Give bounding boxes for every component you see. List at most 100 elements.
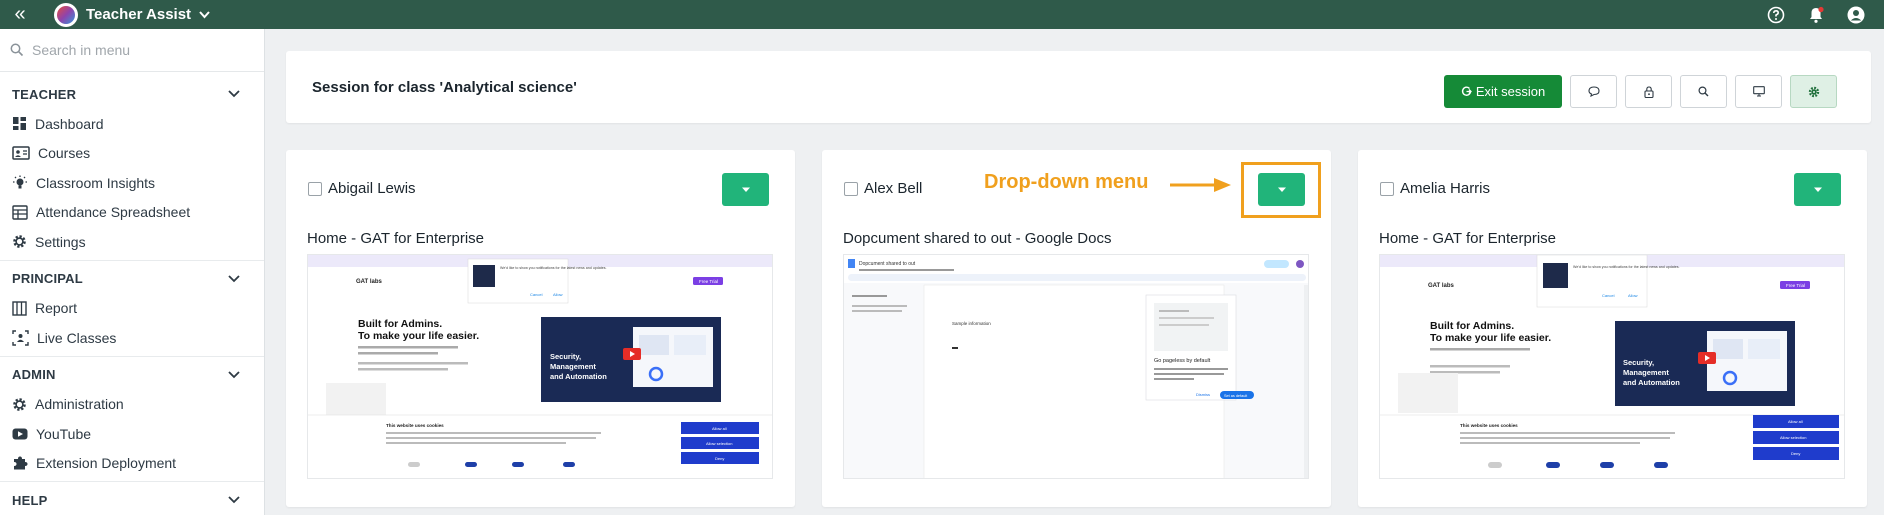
svg-text:and Automation: and Automation: [1623, 378, 1680, 387]
dashboard-icon: [13, 117, 26, 131]
student-page-title: Dopcument shared to out - Google Docs: [843, 230, 1112, 247]
courses-icon: [12, 146, 30, 160]
session-actions: Exit session: [1444, 75, 1837, 108]
screen-share-button[interactable]: [1735, 75, 1782, 108]
sidebar-item-classroom-insights[interactable]: Classroom Insights: [0, 168, 264, 198]
gat-logo-text: GAT labs: [356, 279, 383, 285]
sidebar-item-live-classes[interactable]: Live Classes: [0, 323, 264, 353]
student-select-checkbox[interactable]: [1380, 182, 1394, 196]
settings-button[interactable]: [1790, 75, 1837, 108]
gear-icon: [13, 235, 26, 249]
section-label: TEACHER: [12, 86, 77, 102]
chat-button[interactable]: [1570, 75, 1617, 108]
student-dropdown-button[interactable]: [722, 173, 769, 206]
live-classes-icon: [12, 330, 29, 346]
sidebar-item-dashboard[interactable]: Dashboard: [0, 109, 264, 139]
annotation-arrow-icon: [1170, 178, 1231, 192]
chevron-down-icon: [228, 496, 240, 504]
svg-text:Allow: Allow: [1628, 293, 1638, 298]
svg-text:and Automation: and Automation: [550, 372, 607, 381]
sidebar-item-extension-deployment[interactable]: Extension Deployment: [0, 449, 264, 479]
svg-text:Security,: Security,: [1623, 358, 1654, 367]
doc-name-text: Dopcument shared to out: [859, 261, 916, 267]
exit-session-button[interactable]: Exit session: [1444, 75, 1562, 108]
student-name: Amelia Harris: [1400, 180, 1491, 197]
section-label: PRINCIPAL: [12, 271, 83, 286]
sidebar-item-administration[interactable]: Administration: [0, 390, 264, 420]
svg-text:We'd like to show you notifica: We'd like to show you notifications for …: [1573, 265, 1680, 269]
svg-text:This website uses cookies: This website uses cookies: [1460, 423, 1518, 428]
sidebar-item-courses[interactable]: Courses: [0, 139, 264, 169]
caret-down-icon: [741, 187, 750, 192]
sidebar-item-label: Classroom Insights: [36, 174, 156, 191]
svg-text:Allow selection: Allow selection: [1780, 435, 1806, 440]
exit-icon: [1461, 86, 1472, 96]
student-page-title: Home - GAT for Enterprise: [1379, 230, 1556, 247]
svg-text:Allow selection: Allow selection: [706, 441, 732, 446]
student-select-checkbox[interactable]: [844, 182, 858, 196]
chat-icon: [1587, 86, 1600, 97]
caret-down-icon: [1813, 187, 1822, 192]
bell-icon[interactable]: [1806, 5, 1826, 25]
section-help[interactable]: HELP: [0, 485, 264, 515]
svg-text:Management: Management: [1623, 368, 1669, 377]
monitor-icon: [1752, 86, 1765, 97]
lock-button[interactable]: [1625, 75, 1672, 108]
collapse-sidebar-icon[interactable]: «: [0, 0, 40, 29]
lightbulb-icon: [13, 175, 27, 189]
help-icon[interactable]: [1766, 5, 1786, 25]
svg-text:Allow all: Allow all: [1788, 419, 1803, 424]
sidebar-item-settings[interactable]: Settings: [0, 227, 264, 257]
section-label: HELP: [12, 492, 48, 508]
menu-search-input[interactable]: [32, 42, 252, 58]
section-teacher[interactable]: TEACHER: [0, 79, 264, 109]
student-name: Abigail Lewis: [328, 180, 416, 197]
section-principal[interactable]: PRINCIPAL: [0, 264, 264, 294]
svg-text:Built for Admins.: Built for Admins.: [358, 318, 442, 330]
svg-text:Built for Admins.: Built for Admins.: [1430, 320, 1514, 332]
student-screen-thumbnail[interactable]: GAT labs Free Trial We'd like to show yo…: [307, 254, 773, 479]
user-account-icon[interactable]: [1846, 5, 1866, 25]
svg-text:Set as default: Set as default: [1224, 394, 1248, 398]
lock-icon: [1643, 85, 1654, 98]
sidebar-item-label: Attendance Spreadsheet: [36, 204, 191, 221]
svg-text:Management: Management: [550, 362, 596, 371]
spreadsheet-icon: [12, 205, 28, 220]
top-bar: « Teacher Assist: [0, 0, 1884, 29]
sidebar-item-report[interactable]: Report: [0, 294, 264, 324]
sidebar-item-label: Dashboard: [35, 115, 104, 132]
section-divider: [0, 481, 264, 482]
svg-text:Dismiss: Dismiss: [1196, 392, 1210, 397]
chevron-down-icon: [228, 370, 240, 378]
dropdown-highlight-box: [1241, 162, 1321, 218]
student-screen-thumbnail[interactable]: GAT labs Free Trial We'd like to show yo…: [1379, 254, 1845, 479]
exit-session-label: Exit session: [1475, 84, 1546, 99]
app-switcher[interactable]: Teacher Assist: [54, 2, 210, 27]
puzzle-icon: [14, 456, 28, 470]
section-admin[interactable]: ADMIN: [0, 360, 264, 390]
svg-text:Deny: Deny: [1791, 451, 1800, 456]
svg-text:Free Trial: Free Trial: [699, 279, 718, 284]
section-divider: [0, 259, 264, 261]
svg-text:Sample information: Sample information: [952, 321, 991, 326]
chevron-down-icon: [228, 90, 240, 98]
sidebar-item-label: Administration: [35, 396, 124, 413]
search-button[interactable]: [1680, 75, 1727, 108]
svg-text:Allow: Allow: [553, 292, 563, 297]
sidebar-item-youtube[interactable]: YouTube: [0, 419, 264, 449]
svg-text:Go pageless by default: Go pageless by default: [1154, 358, 1211, 364]
svg-text:Cancel: Cancel: [1602, 293, 1615, 298]
search-icon: [1698, 86, 1709, 97]
sidebar-item-label: Report: [35, 300, 78, 317]
sidebar-item-label: YouTube: [36, 425, 92, 442]
svg-text:Security,: Security,: [550, 352, 581, 361]
student-dropdown-button[interactable]: [1794, 173, 1841, 206]
session-header: Session for class 'Analytical science' E…: [286, 51, 1871, 123]
dropdown-annotation-label: Drop-down menu: [984, 171, 1149, 193]
app-logo-icon: [54, 2, 78, 27]
student-screen-thumbnail[interactable]: Dopcument shared to out Sample informati…: [843, 254, 1309, 479]
student-select-checkbox[interactable]: [308, 182, 322, 196]
student-page-title: Home - GAT for Enterprise: [307, 230, 484, 247]
sidebar-item-attendance-spreadsheet[interactable]: Attendance Spreadsheet: [0, 198, 264, 228]
sidebar: TEACHER Dashboard Courses Classroom Insi…: [0, 29, 265, 515]
